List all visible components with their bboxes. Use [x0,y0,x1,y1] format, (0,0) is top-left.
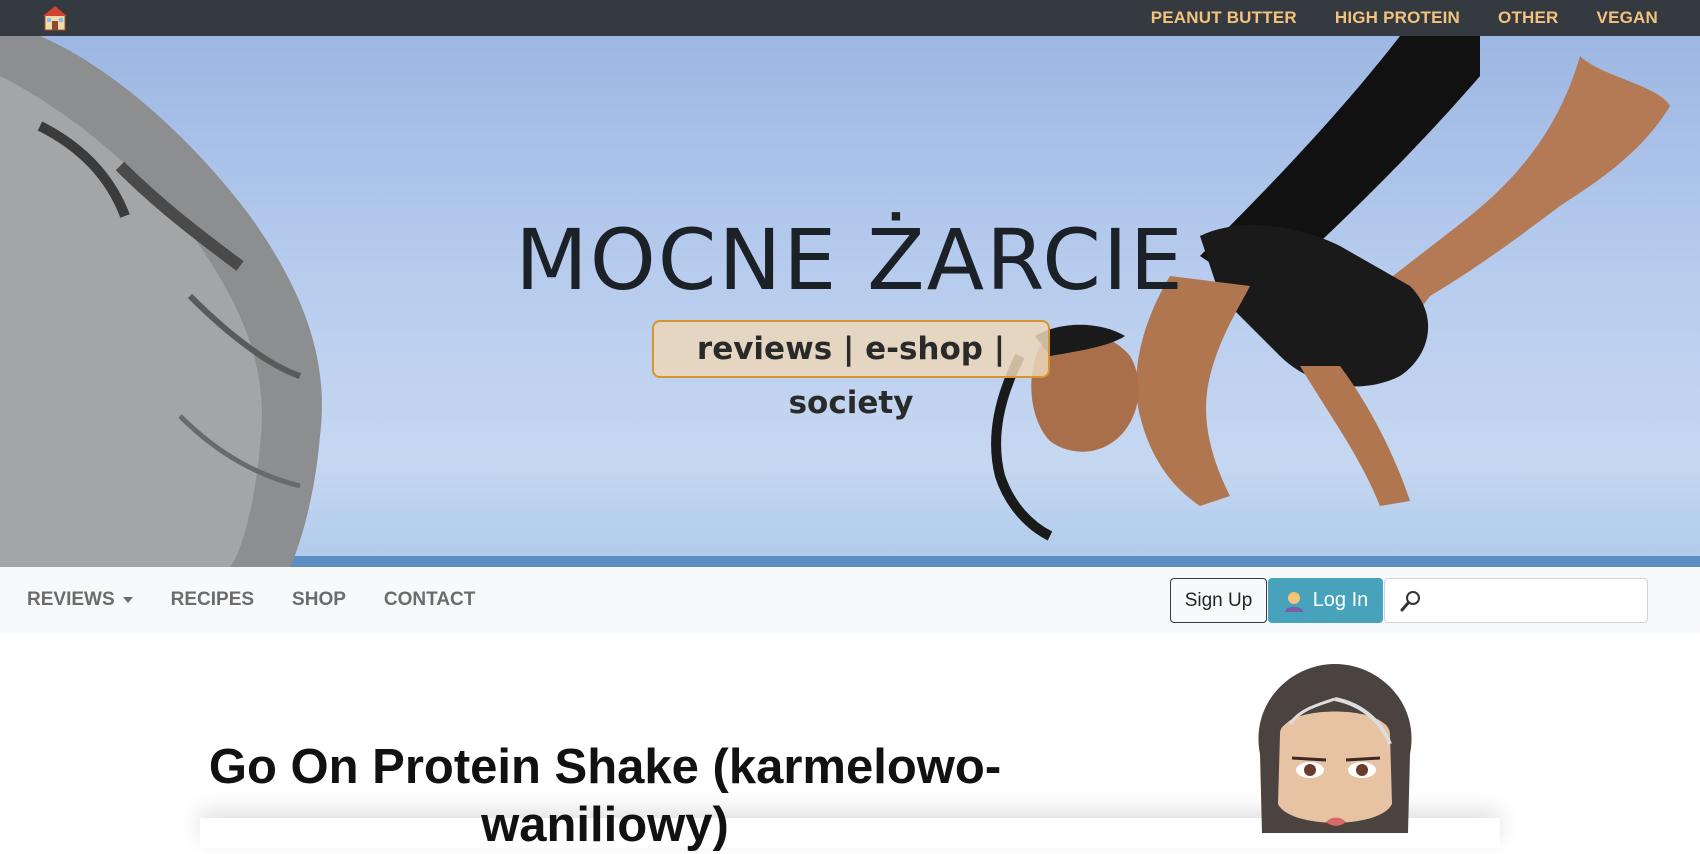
nav-reviews-label: REVIEWS [27,589,115,610]
magnifier-icon [1400,591,1420,612]
top-category-links: PEANUT BUTTER HIGH PROTEIN OTHER VEGAN [1151,0,1658,36]
hero-banner: MOCNE ŻARCIE reviews | e-shop | society [0,36,1700,567]
caret-down-icon [122,597,133,603]
search-box [1384,578,1648,623]
top-link-vegan[interactable]: VEGAN [1597,8,1658,28]
author-avatar [1258,664,1412,833]
nav-recipes[interactable]: RECIPES [171,589,254,611]
house-icon[interactable] [42,4,68,32]
top-link-peanut-butter[interactable]: PEANUT BUTTER [1151,8,1297,28]
nav-contact[interactable]: CONTACT [384,589,475,611]
site-tagline: reviews | e-shop | society [652,320,1050,421]
top-link-high-protein[interactable]: HIGH PROTEIN [1335,8,1460,28]
article-title: Go On Protein Shake (karmelowo-waniliowy… [208,740,1002,852]
main-nav-links: REVIEWS RECIPES SHOP CONTACT [27,567,475,633]
top-link-other[interactable]: OTHER [1498,8,1559,28]
person-icon [1284,591,1303,612]
nav-shop[interactable]: SHOP [292,589,346,611]
top-bar: PEANUT BUTTER HIGH PROTEIN OTHER VEGAN [0,0,1700,36]
nav-reviews-dropdown[interactable]: REVIEWS [27,589,133,611]
sign-up-button[interactable]: Sign Up [1170,578,1267,623]
log-in-button[interactable]: Log In [1268,578,1383,623]
log-in-label: Log In [1312,589,1369,611]
search-input[interactable] [1431,585,1641,617]
site-title: MOCNE ŻARCIE [515,211,1185,309]
